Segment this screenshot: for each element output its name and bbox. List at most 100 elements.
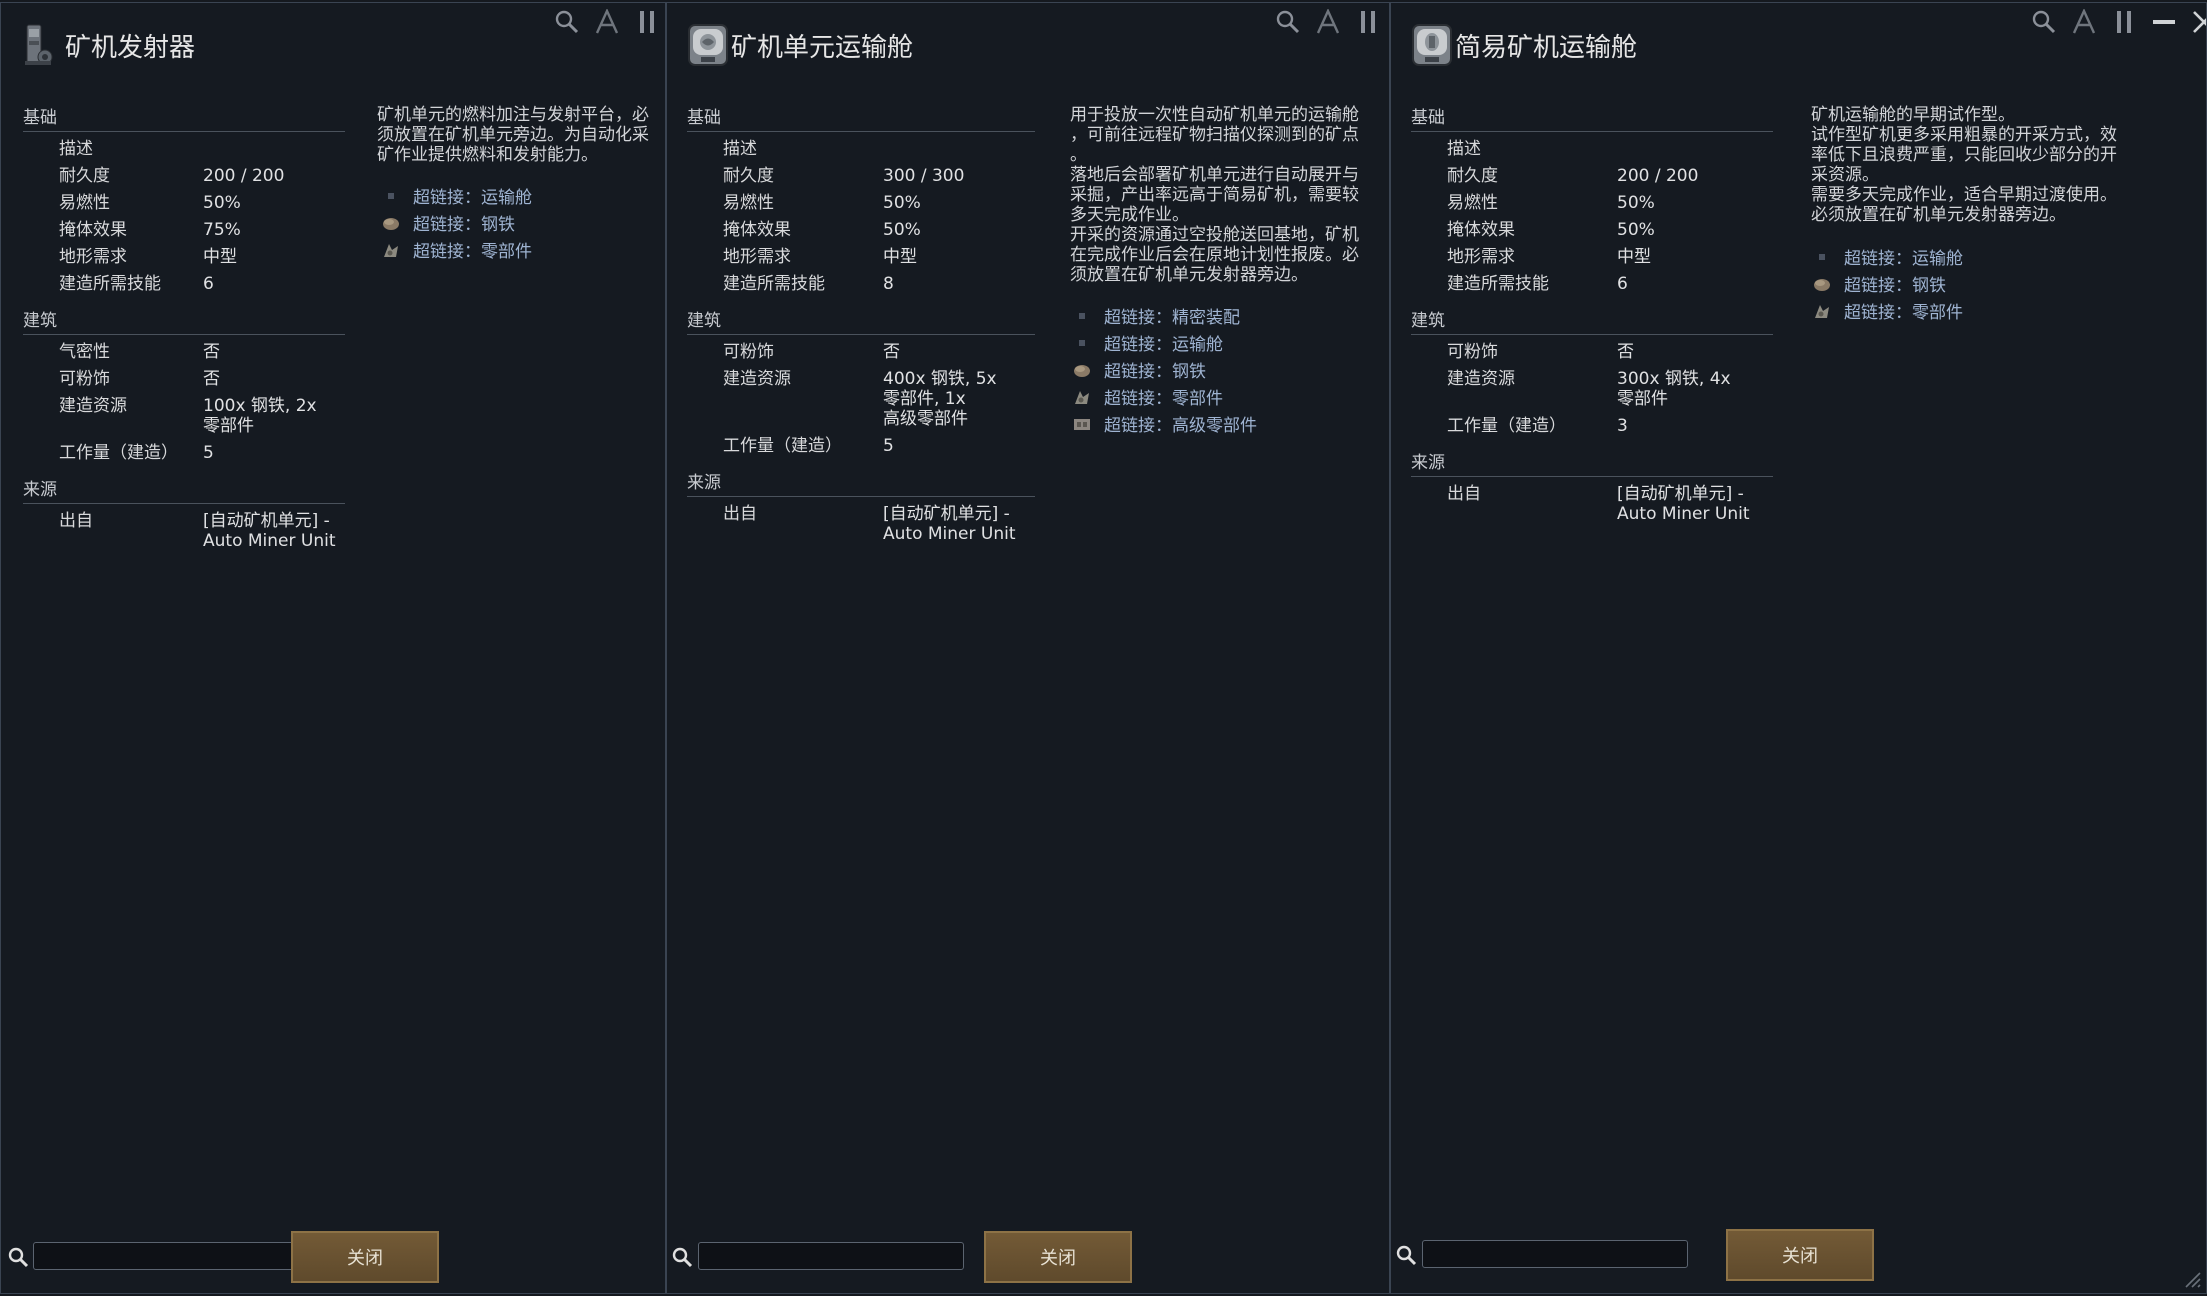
property-value: 300 / 300 [883,166,965,186]
hyperlink-item[interactable]: 超链接：精密装配 [1072,302,1257,329]
property-label: 耐久度 [59,166,110,186]
hyperlink-label[interactable]: 超链接：零部件 [1104,384,1223,409]
search-input[interactable] [1422,1240,1688,1268]
property-label: 建造资源 [59,396,127,416]
hyperlink-label[interactable]: 超链接：运输舱 [1104,330,1223,355]
hyperlink-item[interactable]: 超链接：钢铁 [1072,356,1257,383]
section-header: 基础 [1411,101,1773,132]
property-label: 掩体效果 [723,220,791,240]
close-button[interactable]: 关闭 [1726,1229,1874,1281]
bullet-icon [1072,333,1092,353]
hyperlink-item[interactable]: 超链接：运输舱 [1812,243,1963,270]
description-text: 矿机单元的燃料加注与发射平台，必 须放置在矿机单元旁边。为自动化采 矿作业提供燃… [377,105,649,165]
close-icon[interactable] [2191,9,2206,35]
search-icon[interactable] [1275,9,1301,35]
property-value: 100x 钢铁, 2x 零部件 [203,396,317,436]
property-value: 200 / 200 [1617,166,1699,186]
info-window-miner-pod: 矿机单元运输舱 基础 描述 耐久度 300 / 300 易燃性 50% 掩体效果 50… [666,2,1390,1294]
search-icon[interactable] [2031,9,2057,35]
component-icon [1072,387,1092,407]
hyperlink-label[interactable]: 超链接：钢铁 [413,210,515,235]
property-row: 耐久度 200 / 200 [1411,163,1773,190]
property-label: 掩体效果 [59,220,127,240]
search-input[interactable] [698,1242,964,1270]
resize-handle-icon[interactable] [2180,1267,2202,1289]
property-row: 易燃性 50% [1411,190,1773,217]
window-controls [554,7,660,37]
property-value: 6 [1617,274,1628,294]
pause-icon[interactable] [1355,9,1381,35]
bullet-icon [1812,247,1832,267]
window-title: 矿机发射器 [65,33,196,63]
bullet-icon [381,186,401,206]
property-value: 否 [1617,342,1634,362]
search-icon [671,1246,693,1268]
font-size-icon[interactable] [2071,8,2097,35]
hyperlink-label[interactable]: 超链接：零部件 [413,237,532,262]
minimize-icon[interactable] [2151,9,2177,35]
info-window-simple-pod: 简易矿机运输舱 基础 描述 耐久度 200 / 200 易燃性 50% 掩体效果 50… [1390,2,2207,1294]
hyperlink-item[interactable]: 超链接：高级零部件 [1072,410,1257,437]
property-value: 75% [203,220,241,240]
property-value: 400x 钢铁, 5x 零部件, 1x 高级零部件 [883,369,997,429]
property-label: 气密性 [59,342,110,362]
hyperlink-item[interactable]: 超链接：钢铁 [1812,270,1963,297]
launcher-icon [21,23,63,67]
section-header: 来源 [687,466,1035,497]
property-label: 建造所需技能 [1447,274,1549,294]
property-row: 掩体效果 50% [687,217,1035,244]
property-row: 工作量（建造） 5 [687,433,1035,460]
property-row: 描述 [23,136,345,163]
section-header: 建筑 [687,304,1035,335]
hyperlink-label[interactable]: 超链接：运输舱 [1844,244,1963,269]
property-row: 出自 [自动矿机单元] - Auto Miner Unit [23,508,345,555]
property-value: 50% [1617,193,1655,213]
hyperlink-item[interactable]: 超链接：钢铁 [381,209,532,236]
property-value: 8 [883,274,894,294]
font-size-icon[interactable] [1315,8,1341,35]
section-header: 来源 [23,473,345,504]
hyperlink-label[interactable]: 超链接：零部件 [1844,298,1963,323]
component-icon [1812,301,1832,321]
search-icon[interactable] [554,9,580,35]
hyperlink-label[interactable]: 超链接：钢铁 [1104,357,1206,382]
hyperlink-label[interactable]: 超链接：高级零部件 [1104,411,1257,436]
hyperlink-item[interactable]: 超链接：运输舱 [381,182,532,209]
steel-icon [1812,274,1832,294]
hyperlink-label[interactable]: 超链接：钢铁 [1844,271,1946,296]
property-row: 出自 [自动矿机单元] - Auto Miner Unit [687,501,1035,548]
property-row: 工作量（建造） 5 [23,440,345,467]
property-label: 工作量（建造） [723,436,842,456]
property-value: 50% [203,193,241,213]
pause-icon[interactable] [634,9,660,35]
property-value: 5 [203,443,214,463]
search-input[interactable] [33,1242,301,1270]
hyperlink-item[interactable]: 超链接：运输舱 [1072,329,1257,356]
property-row: 建造资源 400x 钢铁, 5x 零部件, 1x 高级零部件 [687,366,1035,433]
hyperlink-label[interactable]: 超链接：精密装配 [1104,303,1240,328]
pause-icon[interactable] [2111,9,2137,35]
property-row: 可粉饰 否 [687,339,1035,366]
close-button[interactable]: 关闭 [984,1231,1132,1283]
section-header: 建筑 [1411,304,1773,335]
property-row: 可粉饰 否 [1411,339,1773,366]
search-icon [7,1246,29,1268]
hyperlink-item[interactable]: 超链接：零部件 [1812,297,1963,324]
property-value: [自动矿机单元] - Auto Miner Unit [1617,484,1750,524]
hyperlink-item[interactable]: 超链接：零部件 [381,236,532,263]
font-size-icon[interactable] [594,8,620,35]
property-row: 耐久度 300 / 300 [687,163,1035,190]
property-label: 可粉饰 [59,369,110,389]
close-button[interactable]: 关闭 [291,1231,439,1283]
hyperlink-list: 超链接：运输舱 超链接：钢铁 超链接：零部件 [1812,243,1963,324]
hyperlink-label[interactable]: 超链接：运输舱 [413,183,532,208]
window-controls [2031,7,2206,37]
hyperlink-list: 超链接：运输舱 超链接：钢铁 超链接：零部件 [381,182,532,263]
hyperlink-item[interactable]: 超链接：零部件 [1072,383,1257,410]
property-value: 300x 钢铁, 4x 零部件 [1617,369,1731,409]
description-text: 矿机运输舱的早期试作型。 试作型矿机更多采用粗暴的开采方式，效 率低下且浪费严重… [1811,105,2117,225]
property-row: 耐久度 200 / 200 [23,163,345,190]
property-value: 200 / 200 [203,166,285,186]
property-label: 易燃性 [723,193,774,213]
property-label: 建造所需技能 [59,274,161,294]
